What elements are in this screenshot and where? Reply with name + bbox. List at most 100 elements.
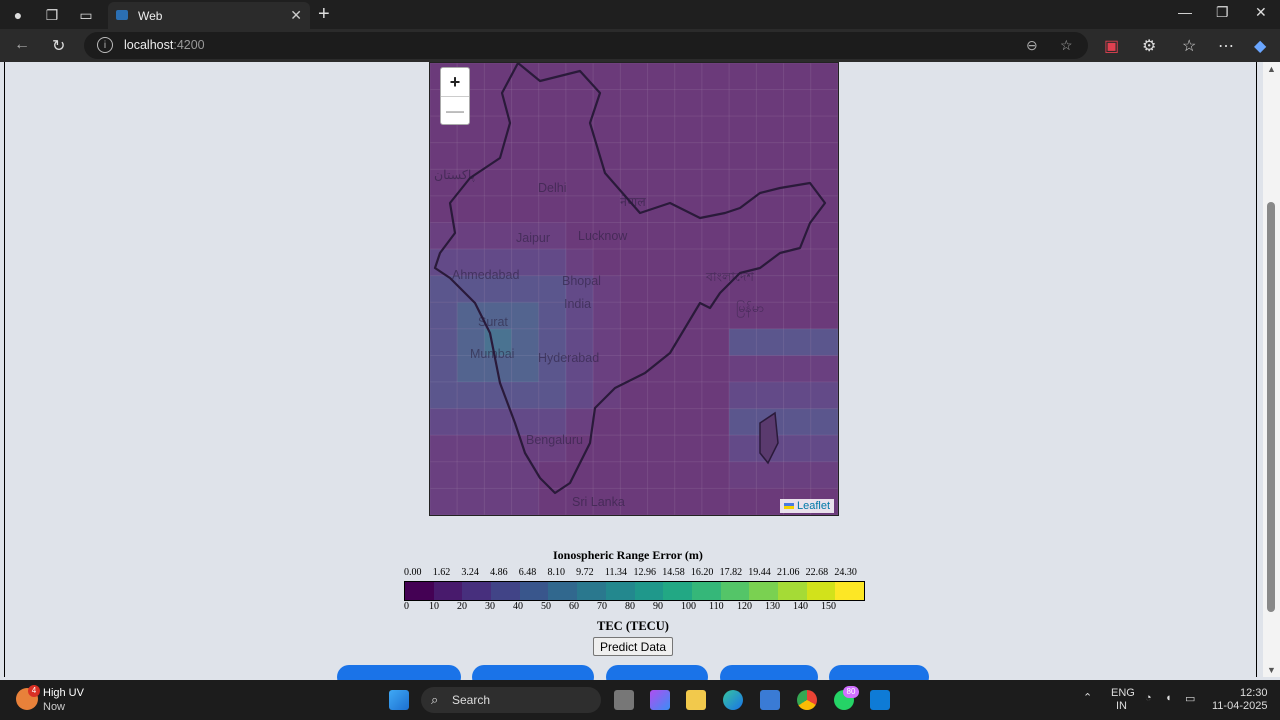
- tec-map[interactable]: Delhi Jaipur Lucknow Ahmedabad Bhopal In…: [429, 62, 839, 516]
- close-window-icon[interactable]: ✕: [1255, 4, 1267, 21]
- heatmap-cell: [810, 301, 838, 330]
- range-error-label: 3.24: [461, 567, 479, 578]
- tec-unit-label: TEC (TECU): [597, 619, 669, 633]
- close-tab-icon[interactable]: ✕: [290, 7, 302, 24]
- heatmap-cell: [565, 89, 594, 117]
- color-bar-segment: [663, 582, 692, 600]
- workspaces-icon[interactable]: ❐: [42, 5, 62, 25]
- heatmap-cell: [810, 434, 838, 463]
- heatmap-cell: [592, 461, 621, 489]
- favorites-icon[interactable]: ☆: [1182, 36, 1196, 56]
- heatmap-cell: [701, 461, 730, 489]
- heatmap-cell: [511, 328, 540, 356]
- taskbar-search[interactable]: ⌕ Search: [421, 687, 601, 713]
- new-tab-icon[interactable]: +: [318, 3, 330, 26]
- tab-web[interactable]: Web ✕: [108, 2, 310, 29]
- wifi-icon[interactable]: ◔: [1145, 692, 1152, 704]
- heatmap-cell: [783, 461, 812, 489]
- tec-tick-label: 120: [737, 601, 752, 612]
- copilot-app-icon[interactable]: [650, 690, 670, 710]
- extensions-icon[interactable]: ⚙: [1142, 36, 1156, 56]
- heatmap-cell: [728, 328, 757, 356]
- heatmap-cell: [674, 354, 703, 383]
- whatsapp-badge: 80: [843, 686, 859, 698]
- clock-time[interactable]: 12:30: [1240, 687, 1268, 699]
- language-indicator[interactable]: ENG: [1111, 687, 1135, 699]
- zoom-in-button[interactable]: +: [441, 68, 469, 96]
- pocket-icon[interactable]: ▣: [1104, 36, 1119, 56]
- minimize-icon[interactable]: —: [1178, 4, 1192, 20]
- heatmap-cell: [783, 301, 812, 330]
- heatmap-cell: [483, 408, 513, 436]
- heatmap-cell: [592, 408, 621, 436]
- tab-actions-icon[interactable]: ▭: [76, 5, 96, 25]
- heatmap-cell: [674, 63, 703, 91]
- flag-icon: [783, 503, 794, 510]
- battery-icon[interactable]: ▭: [1185, 692, 1195, 705]
- scroll-thumb[interactable]: [1267, 202, 1275, 612]
- page-scrollbar[interactable]: ▲ ▼: [1263, 62, 1280, 677]
- store-icon[interactable]: [760, 690, 780, 710]
- tec-tick-label: 20: [457, 601, 467, 612]
- weather-icon[interactable]: 4: [16, 685, 40, 710]
- zoom-out-button[interactable]: —: [441, 96, 469, 125]
- heatmap-cell: [619, 248, 649, 277]
- heatmap-cell: [456, 195, 485, 224]
- task-view-icon[interactable]: [614, 690, 634, 710]
- heatmap-cell: [538, 89, 567, 117]
- heatmap-cell: [456, 408, 485, 436]
- edge-icon[interactable]: [723, 690, 743, 710]
- zoom-icon[interactable]: ⊖: [1026, 37, 1038, 54]
- scroll-down-icon[interactable]: ▼: [1267, 665, 1276, 675]
- address-bar[interactable]: i localhost:4200 ⊖ ☆: [84, 32, 1088, 59]
- copilot-icon[interactable]: ◆: [1254, 36, 1266, 56]
- heatmap-cell: [701, 328, 730, 356]
- heatmap-cell: [430, 408, 458, 436]
- heatmap-cell: [592, 301, 621, 330]
- refresh-icon[interactable]: ↻: [52, 36, 65, 56]
- heatmap-cell: [565, 168, 594, 197]
- profile-icon[interactable]: ●: [8, 5, 28, 25]
- heatmap-cell: [728, 89, 757, 117]
- more-menu-icon[interactable]: ⋯: [1218, 36, 1234, 56]
- heatmap-cell: [565, 63, 594, 91]
- weather-badge: 4: [28, 685, 40, 697]
- heatmap-cell: [592, 168, 621, 197]
- heatmap-cell: [483, 434, 513, 463]
- predict-data-button[interactable]: Predict Data: [593, 637, 673, 656]
- vscode-icon[interactable]: [870, 690, 890, 710]
- heatmap-cell: [565, 381, 594, 410]
- file-explorer-icon[interactable]: [686, 690, 706, 710]
- heatmap-cell: [647, 301, 676, 330]
- volume-icon[interactable]: ◖: [1165, 692, 1172, 704]
- heatmap-cell: [430, 301, 458, 330]
- heatmap-cell: [511, 142, 540, 170]
- heatmap-cell: [647, 487, 676, 515]
- maximize-icon[interactable]: ❐: [1216, 4, 1229, 21]
- leaflet-attribution[interactable]: Leaflet: [779, 499, 834, 513]
- site-info-icon[interactable]: i: [97, 37, 113, 53]
- heatmap-cell: [783, 248, 812, 277]
- heatmap-cell: [538, 142, 567, 170]
- heatmap-cell: [755, 222, 785, 250]
- heatmap-cell: [783, 142, 812, 170]
- heatmap-cell: [674, 115, 703, 144]
- heatmap-cell: [701, 168, 730, 197]
- tray-overflow-icon[interactable]: ⌃: [1083, 691, 1092, 704]
- scroll-up-icon[interactable]: ▲: [1267, 64, 1276, 74]
- heatmap-cell: [783, 408, 812, 436]
- windows-start-icon[interactable]: [389, 690, 409, 710]
- heatmap-cell: [511, 354, 540, 383]
- browser-nav-bar: ← ↻ i localhost:4200 ⊖ ☆ ▣ ⚙ ☆ ⋯ ◆: [0, 29, 1280, 62]
- heatmap-cell: [701, 434, 730, 463]
- heatmap-cell: [565, 115, 594, 144]
- color-bar-segment: [806, 582, 836, 600]
- back-icon[interactable]: ←: [14, 36, 30, 54]
- tab-title: Web: [138, 9, 163, 23]
- color-bar-segment: [749, 582, 778, 600]
- heatmap-cell: [592, 248, 621, 277]
- heatmap-cell: [674, 408, 703, 436]
- chrome-icon[interactable]: [797, 690, 817, 710]
- heatmap-cell: [430, 487, 458, 515]
- favorite-star-icon[interactable]: ☆: [1060, 37, 1073, 54]
